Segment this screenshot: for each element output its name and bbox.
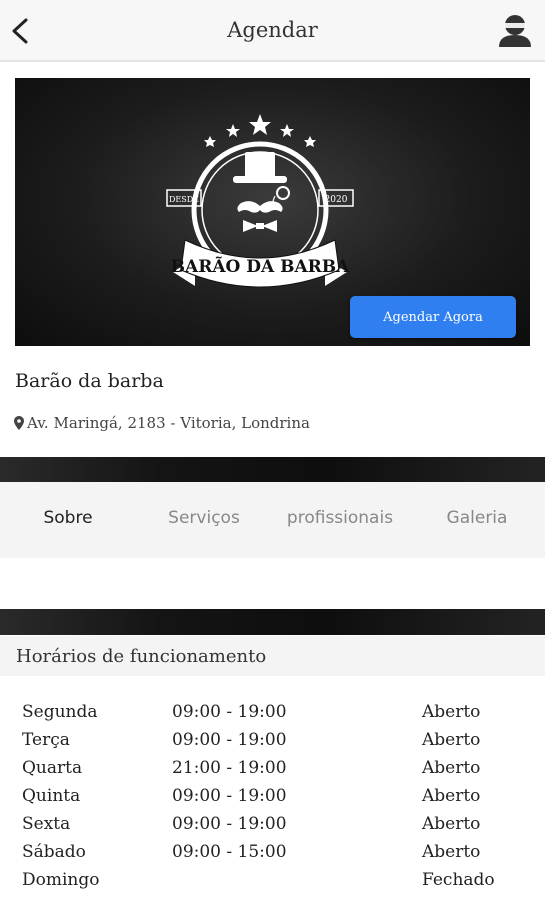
book-now-button[interactable]: Agendar Agora xyxy=(350,296,516,338)
hours-status: Aberto xyxy=(422,814,481,834)
hours-time: 09:00 - 19:00 xyxy=(172,730,287,750)
logo-year: 2020 xyxy=(325,195,348,205)
hours-row: Segunda 09:00 - 19:00 Aberto xyxy=(0,702,545,730)
hours-status: Aberto xyxy=(422,786,481,806)
location-pin-icon xyxy=(14,416,24,430)
hours-status: Aberto xyxy=(422,730,481,750)
hours-day: Sábado xyxy=(22,842,86,862)
hours-status: Aberto xyxy=(422,842,481,862)
hours-header: Horários de funcionamento xyxy=(0,636,545,676)
hours-time: 09:00 - 19:00 xyxy=(172,786,287,806)
barber-logo: DESDE 2020 BARÃO DA BARBA xyxy=(166,114,354,288)
divider-band-bottom xyxy=(0,609,545,635)
hours-status: Aberto xyxy=(422,758,481,778)
logo-since-label: DESDE xyxy=(169,195,199,204)
page-title: Agendar xyxy=(227,18,318,42)
hours-row: Sábado 09:00 - 15:00 Aberto xyxy=(0,842,545,870)
tab-bar: Sobre Serviços profissionais Galeria xyxy=(0,482,545,558)
hours-time: 09:00 - 19:00 xyxy=(172,814,287,834)
tab-galeria[interactable]: Galeria xyxy=(432,508,522,528)
hours-row: Sexta 09:00 - 19:00 Aberto xyxy=(0,814,545,842)
user-avatar-icon[interactable] xyxy=(496,11,534,49)
hours-row: Domingo Fechado xyxy=(0,870,545,898)
hours-day: Domingo xyxy=(22,870,100,890)
hours-title: Horários de funcionamento xyxy=(16,646,267,667)
hours-day: Sexta xyxy=(22,814,71,834)
hours-status: Aberto xyxy=(422,702,481,722)
hours-day: Quinta xyxy=(22,786,81,806)
hours-row: Quarta 21:00 - 19:00 Aberto xyxy=(0,758,545,786)
hours-time: 21:00 - 19:00 xyxy=(172,758,287,778)
hours-row: Quinta 09:00 - 19:00 Aberto xyxy=(0,786,545,814)
hours-day: Segunda xyxy=(22,702,98,722)
address-text: Av. Maringá, 2183 - Vitoria, Londrina xyxy=(27,414,310,432)
tab-profissionais[interactable]: profissionais xyxy=(280,508,400,528)
logo-banner-text: BARÃO DA BARBA xyxy=(171,255,351,277)
top-bar: Agendar xyxy=(0,0,545,62)
tab-sobre[interactable]: Sobre xyxy=(22,508,114,528)
shop-address: Av. Maringá, 2183 - Vitoria, Londrina xyxy=(14,414,310,432)
divider-band-top xyxy=(0,457,545,483)
hero-banner: DESDE 2020 BARÃO DA BARBA Agendar Agora xyxy=(15,78,530,346)
shop-name: Barão da barba xyxy=(15,370,164,392)
hours-row: Terça 09:00 - 19:00 Aberto xyxy=(0,730,545,758)
hours-status: Fechado xyxy=(422,870,495,890)
hours-day: Quarta xyxy=(22,758,83,778)
hours-time: 09:00 - 15:00 xyxy=(172,842,287,862)
tab-servicos[interactable]: Serviços xyxy=(155,508,253,528)
hours-time: 09:00 - 19:00 xyxy=(172,702,287,722)
hours-day: Terça xyxy=(22,730,70,750)
